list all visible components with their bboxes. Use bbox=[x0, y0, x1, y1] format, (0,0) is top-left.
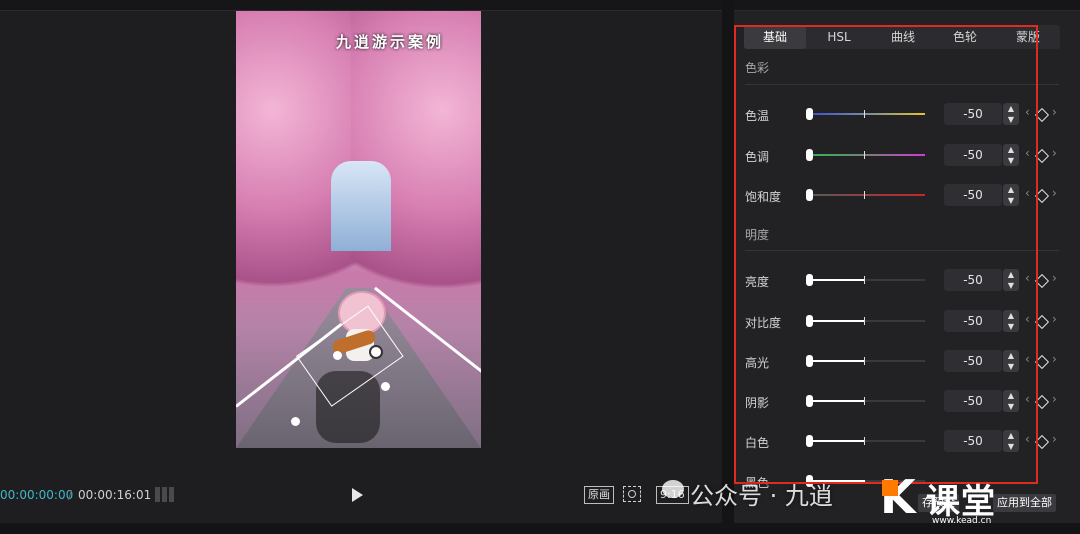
slider-knob[interactable] bbox=[806, 149, 813, 161]
stepper-icon[interactable]: ▲ ▼ bbox=[1003, 103, 1019, 125]
tab-curves[interactable]: 曲线 bbox=[872, 25, 934, 49]
video-preview[interactable]: 九逍游示案例 bbox=[236, 11, 481, 448]
saturation-value[interactable]: -50 bbox=[944, 184, 1002, 206]
section-title-brightness: 明度 bbox=[745, 228, 770, 242]
brightness-value[interactable]: -50 bbox=[944, 269, 1002, 291]
slider-center-tick bbox=[864, 397, 865, 405]
tab-mask[interactable]: 蒙版 bbox=[996, 25, 1060, 49]
slider-center-tick bbox=[864, 276, 865, 284]
stepper-icon[interactable]: ▲ ▼ bbox=[1003, 310, 1019, 332]
shadows-value[interactable]: -50 bbox=[944, 390, 1002, 412]
param-label-whites: 白色 bbox=[745, 436, 770, 450]
stepper-icon[interactable]: ▲ ▼ bbox=[1003, 430, 1019, 452]
slider-knob[interactable] bbox=[806, 315, 813, 327]
contrast-slider[interactable] bbox=[810, 320, 925, 322]
shadows-slider[interactable] bbox=[810, 400, 925, 402]
slider-center-tick bbox=[864, 437, 865, 445]
logo-url: www.kead.cn bbox=[932, 516, 992, 526]
timeline-grid-icon[interactable] bbox=[155, 487, 175, 502]
temperature-slider[interactable] bbox=[810, 113, 925, 115]
prev-keyframe-icon[interactable]: ‹ bbox=[1025, 105, 1030, 119]
stepper-icon[interactable]: ▲ ▼ bbox=[1003, 144, 1019, 166]
next-keyframe-icon[interactable]: › bbox=[1052, 392, 1057, 406]
logo-orange-dot bbox=[882, 480, 898, 496]
slider-center-tick bbox=[864, 110, 865, 118]
tab-color-wheel[interactable]: 色轮 bbox=[934, 25, 996, 49]
total-time: 00:00:16:01 bbox=[78, 488, 152, 502]
tab-basic[interactable]: 基础 bbox=[744, 25, 806, 49]
param-label-highlights: 高光 bbox=[745, 356, 770, 370]
section-divider bbox=[745, 250, 1059, 251]
stepper-icon[interactable]: ▲ ▼ bbox=[1003, 184, 1019, 206]
param-label-temperature: 色温 bbox=[745, 109, 770, 123]
param-label-contrast: 对比度 bbox=[745, 316, 782, 330]
wechat-icon bbox=[662, 480, 684, 498]
stepper-icon[interactable]: ▲ ▼ bbox=[1003, 350, 1019, 372]
param-label-tint: 色调 bbox=[745, 150, 770, 164]
next-keyframe-icon[interactable]: › bbox=[1052, 432, 1057, 446]
brightness-slider[interactable] bbox=[810, 279, 925, 281]
section-divider bbox=[745, 84, 1059, 85]
adjust-panel bbox=[734, 11, 1080, 523]
resize-handle[interactable] bbox=[291, 417, 300, 426]
prev-keyframe-icon[interactable]: ‹ bbox=[1025, 392, 1030, 406]
contrast-value[interactable]: -50 bbox=[944, 310, 1002, 332]
whites-value[interactable]: -50 bbox=[944, 430, 1002, 452]
param-label-shadows: 阴影 bbox=[745, 396, 770, 410]
logo-k-icon: K bbox=[880, 470, 916, 524]
temperature-value[interactable]: -50 bbox=[944, 103, 1002, 125]
rotate-handle-icon[interactable] bbox=[369, 345, 383, 359]
prev-keyframe-icon[interactable]: ‹ bbox=[1025, 432, 1030, 446]
slider-knob[interactable] bbox=[806, 435, 813, 447]
saturation-slider[interactable] bbox=[810, 194, 925, 196]
panel-divider[interactable] bbox=[722, 0, 734, 534]
slider-knob[interactable] bbox=[806, 108, 813, 120]
adjust-tabs: 基础 HSL 曲线 色轮 蒙版 bbox=[744, 25, 1060, 49]
top-bar bbox=[0, 0, 1080, 11]
watermark-text: 公众号 · 九逍 bbox=[690, 482, 833, 510]
slider-knob[interactable] bbox=[806, 189, 813, 201]
slider-center-tick bbox=[864, 357, 865, 365]
preview-overlay-title: 九逍游示案例 bbox=[336, 33, 445, 51]
stepper-icon[interactable]: ▲ ▼ bbox=[1003, 269, 1019, 291]
param-label-saturation: 饱和度 bbox=[745, 190, 782, 204]
next-keyframe-icon[interactable]: › bbox=[1052, 105, 1057, 119]
tab-hsl[interactable]: HSL bbox=[808, 25, 870, 49]
next-keyframe-icon[interactable]: › bbox=[1052, 352, 1057, 366]
highlights-value[interactable]: -50 bbox=[944, 350, 1002, 372]
prev-keyframe-icon[interactable]: ‹ bbox=[1025, 186, 1030, 200]
next-keyframe-icon[interactable]: › bbox=[1052, 271, 1057, 285]
tint-value[interactable]: -50 bbox=[944, 144, 1002, 166]
next-keyframe-icon[interactable]: › bbox=[1052, 146, 1057, 160]
prev-keyframe-icon[interactable]: ‹ bbox=[1025, 312, 1030, 326]
whites-slider[interactable] bbox=[810, 440, 925, 442]
prev-keyframe-icon[interactable]: ‹ bbox=[1025, 146, 1030, 160]
slider-knob[interactable] bbox=[806, 395, 813, 407]
prev-keyframe-icon[interactable]: ‹ bbox=[1025, 271, 1030, 285]
slider-center-tick bbox=[864, 151, 865, 159]
prev-keyframe-icon[interactable]: ‹ bbox=[1025, 352, 1030, 366]
section-title-color: 色彩 bbox=[745, 61, 770, 75]
slider-knob[interactable] bbox=[806, 274, 813, 286]
resize-handle[interactable] bbox=[333, 351, 342, 360]
next-keyframe-icon[interactable]: › bbox=[1052, 312, 1057, 326]
resize-handle[interactable] bbox=[381, 382, 390, 391]
slider-center-tick bbox=[864, 191, 865, 199]
time-separator: / bbox=[68, 488, 73, 502]
sky-mountain bbox=[331, 161, 391, 251]
fit-screen-icon[interactable] bbox=[623, 486, 641, 502]
slider-knob[interactable] bbox=[806, 355, 813, 367]
next-keyframe-icon[interactable]: › bbox=[1052, 186, 1057, 200]
play-button[interactable] bbox=[352, 488, 363, 502]
original-quality-button[interactable]: 原画 bbox=[584, 486, 614, 504]
stepper-icon[interactable]: ▲ ▼ bbox=[1003, 390, 1019, 412]
highlights-slider[interactable] bbox=[810, 360, 925, 362]
param-label-brightness: 亮度 bbox=[745, 275, 770, 289]
slider-center-tick bbox=[864, 317, 865, 325]
current-time: 00:00:00:00 bbox=[0, 488, 74, 502]
brand-logo: K 课堂 www.kead.cn bbox=[880, 470, 1080, 530]
tint-slider[interactable] bbox=[810, 154, 925, 156]
